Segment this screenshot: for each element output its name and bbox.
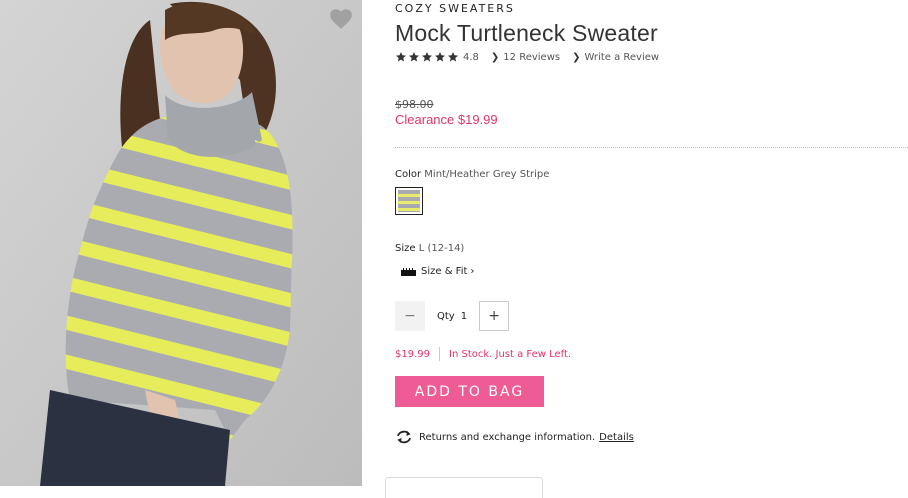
color-value: Mint/Heather Grey Stripe — [424, 169, 550, 180]
star-icon — [422, 52, 432, 62]
returns-text: Returns and exchange information. — [419, 431, 596, 443]
reviews-link-label: 12 Reviews — [503, 51, 561, 63]
product-title: Mock Turtleneck Sweater — [395, 20, 658, 46]
stock-price: $19.99 — [395, 348, 430, 360]
qty-display: Qty 1 — [437, 311, 467, 322]
star-icon — [448, 52, 458, 62]
write-review-link-label: Write a Review — [584, 51, 660, 63]
product-details: COZY SWEATERS Mock Turtleneck Sweater 4.… — [385, 0, 908, 498]
qty-label: Qty — [437, 310, 455, 322]
original-price: $98.00 — [395, 98, 434, 111]
rating-value: 4.8 — [463, 51, 479, 63]
chevron-right-icon: ❯ — [572, 51, 581, 63]
star-rating[interactable] — [395, 51, 459, 63]
star-icon — [396, 52, 406, 62]
size-label-text: Size — [395, 243, 416, 254]
write-review-link[interactable]: ❯ Write a Review — [572, 52, 659, 63]
qty-value: 1 — [460, 310, 468, 322]
returns-details-link[interactable]: Details — [599, 432, 634, 443]
qty-increase-button[interactable]: + — [479, 301, 510, 331]
color-label-text: Color — [395, 169, 422, 180]
product-photo-illustration — [0, 0, 362, 486]
star-icon — [435, 52, 445, 62]
partial-panel — [385, 477, 543, 498]
star-icon — [409, 52, 419, 62]
exchange-arrows-icon — [397, 430, 411, 444]
quantity-stepper: − Qty 1 + — [395, 301, 510, 331]
size-fit-label: Size & Fit — [421, 266, 468, 277]
size-fit-link[interactable]: Size & Fit › — [401, 266, 474, 277]
chevron-right-icon: ❯ — [490, 51, 500, 63]
product-image[interactable] — [0, 0, 362, 486]
reviews-link[interactable]: ❯ 12 Reviews — [491, 52, 560, 63]
qty-decrease-button[interactable]: − — [395, 301, 425, 331]
heart-icon[interactable] — [328, 6, 354, 32]
color-swatch-pattern — [398, 190, 420, 212]
stock-status: In Stock. Just a Few Left. — [449, 348, 572, 360]
divider — [395, 147, 908, 148]
rating-row: 4.8 ❯ 12 Reviews ❯ Write a Review — [395, 51, 671, 63]
sale-price: Clearance $19.99 — [395, 112, 498, 127]
size-label: Size L (12-14) — [395, 243, 464, 254]
ruler-icon — [401, 267, 416, 276]
stock-status-row: $19.99 In Stock. Just a Few Left. — [395, 347, 571, 361]
size-value: L (12-14) — [418, 243, 465, 254]
add-to-bag-button[interactable]: ADD TO BAG — [395, 376, 544, 407]
returns-info: Returns and exchange information. Detail… — [395, 430, 634, 444]
color-swatch-selected[interactable] — [395, 187, 423, 215]
stock-divider — [439, 347, 440, 361]
color-label: Color Mint/Heather Grey Stripe — [395, 169, 549, 180]
brand-name[interactable]: COZY SWEATERS — [395, 2, 515, 15]
chevron-right-icon: › — [470, 266, 475, 277]
